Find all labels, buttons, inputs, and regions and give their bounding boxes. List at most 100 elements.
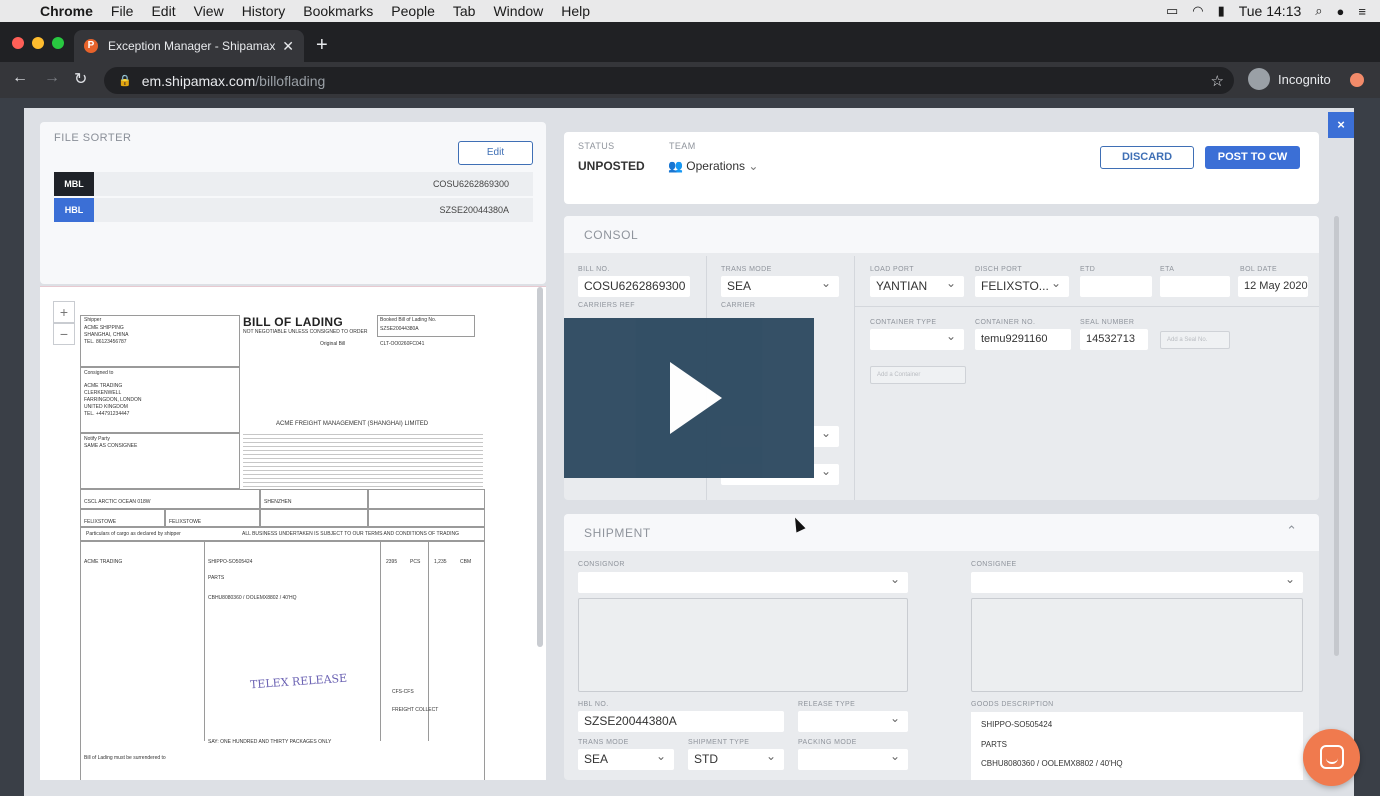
consignor-label: CONSIGNOR (578, 561, 625, 568)
bol-original: Original Bill (320, 341, 346, 347)
team-label: TEAM (669, 141, 696, 151)
reload-icon[interactable]: ↻ (74, 69, 87, 89)
consignee-select[interactable] (971, 572, 1303, 593)
spotlight-search-icon[interactable]: ⌕ (1315, 3, 1322, 19)
document-number: SZSE20044380A (439, 205, 509, 215)
cargo-col-divider (380, 541, 381, 741)
etd-input[interactable] (1080, 276, 1152, 297)
shipment-header[interactable]: SHIPMENT ⌃ (564, 514, 1319, 551)
back-arrow-icon[interactable]: ← (12, 69, 28, 87)
shipment-type-select[interactable]: STD (688, 749, 784, 770)
zoom-out-button[interactable]: − (53, 323, 75, 345)
bol-date-label: BOL DATE (1240, 266, 1278, 273)
hbl-no-input[interactable]: SZSE20044380A (578, 711, 784, 732)
zoom-in-button[interactable]: + (53, 301, 75, 323)
shipment-trans-mode-label: TRANS MODE (578, 739, 629, 746)
tab-title: Exception Manager - Shipamax (108, 39, 276, 53)
menu-tab[interactable]: Tab (453, 3, 476, 19)
document-row-hbl[interactable]: HBL SZSE20044380A (54, 198, 533, 222)
shipamax-favicon-icon: P (84, 39, 98, 53)
team-selector[interactable]: 👥 Operations ⌄ (668, 159, 758, 173)
cargo-goods-line-1: SHIPPO-SO505424 (208, 559, 253, 565)
incognito-indicator[interactable]: Incognito (1248, 68, 1331, 90)
seal-number-input[interactable]: 14532713 (1080, 329, 1148, 350)
issuing-company: ACME FREIGHT MANAGEMENT (SHANGHAI) LIMIT… (276, 421, 429, 427)
chevron-up-icon[interactable]: ⌃ (1286, 523, 1297, 539)
goods-description-field[interactable]: SHIPPO-SO505424 PARTS CBHU8080360 / OOLE… (971, 712, 1303, 780)
release-type-select[interactable] (798, 711, 908, 732)
document-type-tag: HBL (54, 198, 94, 222)
trans-mode-label: TRANS MODE (721, 266, 772, 273)
shipment-type-label: SHIPMENT TYPE (688, 739, 750, 746)
minimize-window-icon[interactable] (32, 37, 44, 49)
document-number: COSU6262869300 (432, 179, 509, 189)
menu-help[interactable]: Help (561, 3, 590, 19)
consignee-name: ACME TRADING (84, 383, 123, 389)
menu-bookmarks[interactable]: Bookmarks (303, 3, 373, 19)
add-container-button[interactable]: Add a Container (870, 366, 966, 384)
users-icon: 👥 (668, 159, 683, 173)
play-icon[interactable] (670, 362, 722, 434)
bill-no-input[interactable]: COSU6262869300 (578, 276, 690, 297)
notification-center-icon[interactable]: ≡ (1358, 4, 1366, 19)
close-tab-icon[interactable]: ✕ (282, 38, 294, 55)
video-play-overlay[interactable] (564, 318, 814, 478)
chat-launcher-button[interactable] (1303, 729, 1360, 786)
browser-tab-active[interactable]: P Exception Manager - Shipamax ✕ (74, 30, 304, 62)
load-port-select[interactable]: YANTIAN (870, 276, 964, 297)
eta-input[interactable] (1160, 276, 1230, 297)
maximize-window-icon[interactable] (52, 37, 64, 49)
menu-view[interactable]: View (194, 3, 224, 19)
menubar-clock[interactable]: Tue 14:13 (1239, 3, 1302, 19)
document-row-mbl[interactable]: MBL COSU6262869300 (54, 172, 533, 196)
siri-icon[interactable]: ● (1337, 4, 1345, 19)
goods-line: PARTS (981, 740, 1007, 749)
discard-button[interactable]: DISCARD (1100, 146, 1194, 169)
profile-avatar[interactable] (1350, 73, 1364, 87)
forward-arrow-icon[interactable]: → (44, 69, 60, 87)
edit-button[interactable]: Edit (458, 141, 533, 165)
terms-text-block (243, 431, 483, 489)
cargo-header: Particulars of cargo as declared by ship… (86, 531, 181, 537)
container-no-input[interactable]: temu9291160 (975, 329, 1071, 350)
release-type-label: RELEASE TYPE (798, 701, 856, 708)
bol-date-input[interactable]: 12 May 2020 (1238, 276, 1308, 297)
menu-window[interactable]: Window (493, 3, 543, 19)
cargo-marks: ACME TRADING (84, 559, 123, 565)
menu-app-chrome[interactable]: Chrome (40, 3, 93, 19)
battery-icon[interactable]: ▮ (1218, 3, 1225, 19)
shipment-trans-mode-select[interactable]: SEA (578, 749, 674, 770)
address-bar[interactable]: 🔒 em.shipamax.com /billoflading ☆ (104, 67, 1234, 94)
menu-file[interactable]: File (111, 3, 134, 19)
menu-edit[interactable]: Edit (151, 3, 175, 19)
menu-people[interactable]: People (391, 3, 435, 19)
form-scrollbar[interactable] (1334, 216, 1339, 656)
consignor-select[interactable] (578, 572, 908, 593)
close-modal-button[interactable]: × (1328, 112, 1354, 138)
consignee-tel: TEL. +44791234447 (84, 411, 130, 417)
consignee-address[interactable] (971, 598, 1303, 692)
disch-port-select[interactable]: FELIXSTO... (975, 276, 1069, 297)
bill-no-label: BILL NO. (578, 266, 610, 273)
document-viewer[interactable]: + − Shipper ACME SHIPPING SHANGHAI, CHIN… (40, 286, 546, 780)
seal-number-label: SEAL NUMBER (1080, 319, 1135, 326)
container-type-select[interactable] (870, 329, 964, 350)
consignee-area: CLERKENWELL (84, 390, 122, 396)
lock-icon[interactable]: 🔒 (118, 74, 132, 87)
packing-mode-select[interactable] (798, 749, 908, 770)
close-window-icon[interactable] (12, 37, 24, 49)
consignor-address[interactable] (578, 598, 908, 692)
add-seal-button[interactable]: Add a Seal No. (1160, 331, 1230, 349)
post-to-cw-button[interactable]: POST TO CW (1205, 146, 1300, 169)
new-tab-icon[interactable]: + (316, 34, 328, 57)
menu-history[interactable]: History (242, 3, 286, 19)
trans-mode-select[interactable]: SEA (721, 276, 839, 297)
hbl-no-label: HBL NO. (578, 701, 609, 708)
cargo-notice: ALL BUSINESS UNDERTAKEN IS SUBJECT TO OU… (242, 531, 459, 537)
airplay-icon[interactable]: ▭ (1166, 3, 1178, 19)
wifi-icon[interactable]: ◠ (1192, 3, 1203, 19)
notify-value: SAME AS CONSIGNEE (84, 443, 138, 449)
viewer-scrollbar[interactable] (537, 287, 543, 647)
shipment-title: SHIPMENT (584, 526, 651, 540)
bookmark-star-icon[interactable]: ☆ (1211, 72, 1224, 90)
